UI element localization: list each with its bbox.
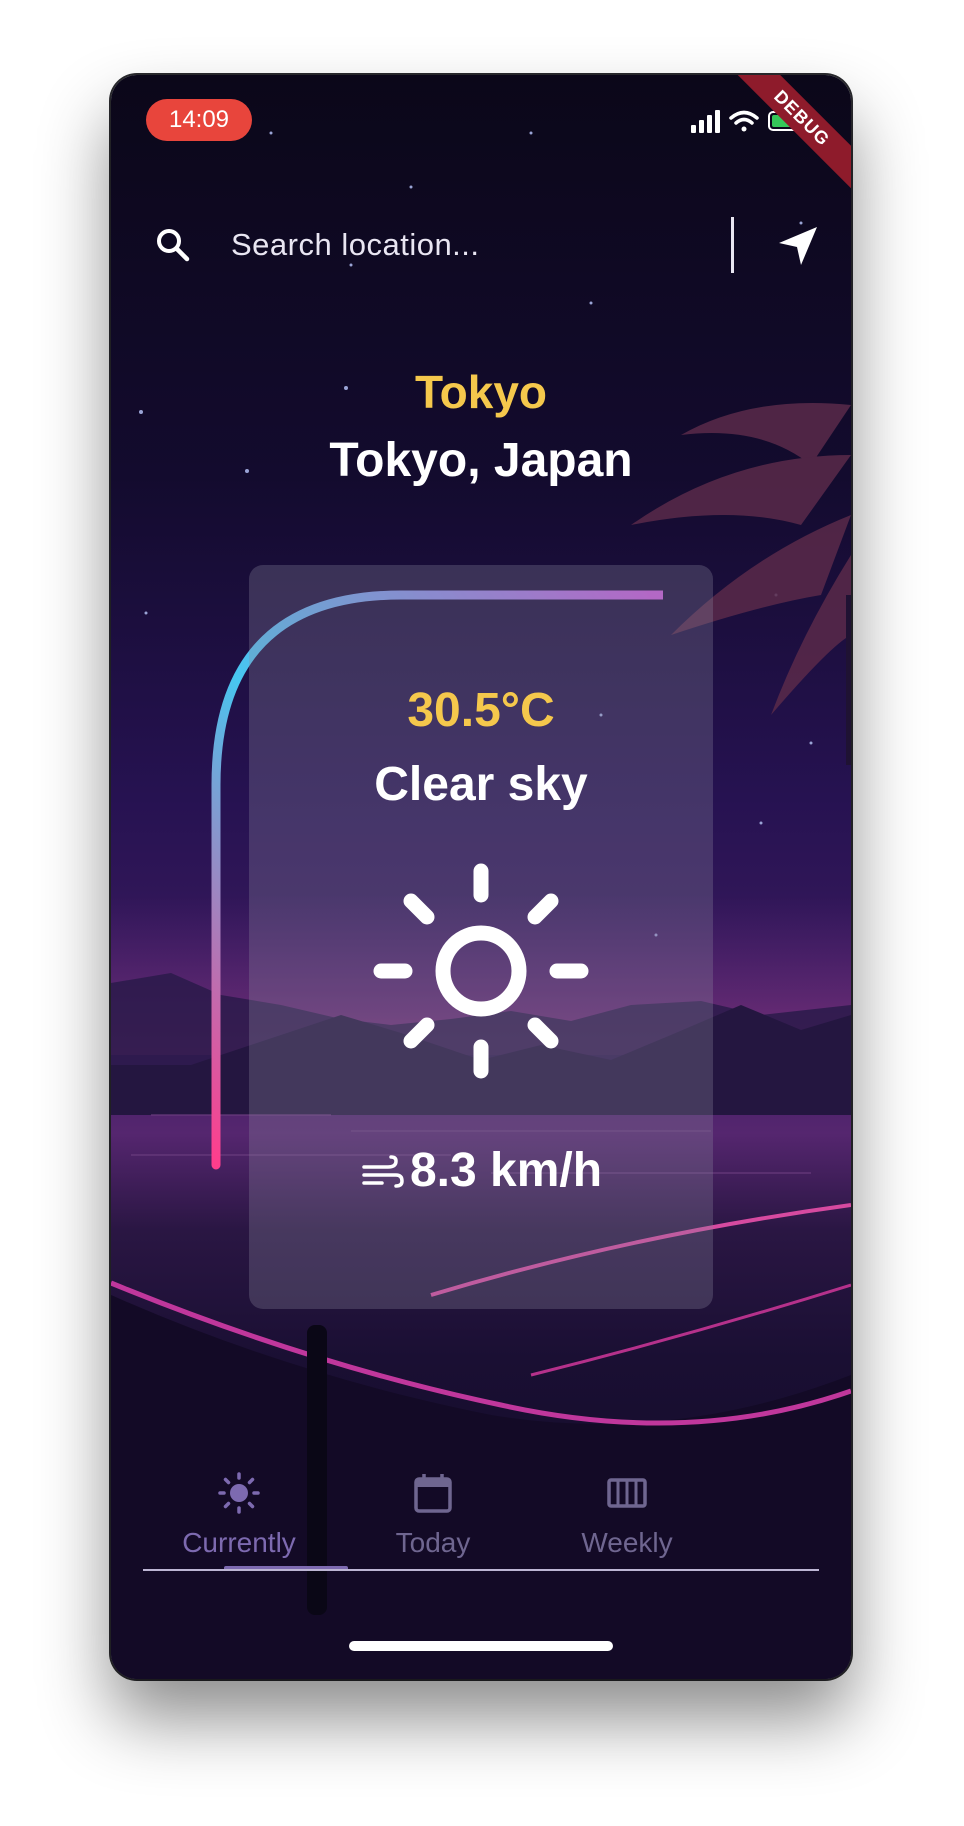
tab-label: Today	[395, 1527, 471, 1558]
weather-card: 30.5°C Clear sky 8.3 km/h	[249, 565, 713, 1309]
tab-bar-divider	[143, 1569, 819, 1571]
temperature: 30.5°C	[407, 684, 555, 737]
tab-today[interactable]: Today	[333, 1465, 533, 1569]
city-name: Tokyo	[414, 366, 548, 418]
signal-icon	[691, 110, 720, 133]
search-divider	[731, 217, 734, 273]
status-time: 14:09	[146, 99, 252, 141]
home-indicator[interactable]	[349, 1641, 613, 1651]
tab-currently[interactable]: Currently	[139, 1465, 339, 1569]
region-name: Tokyo, Japan	[329, 434, 633, 487]
tab-label: Weekly	[581, 1527, 673, 1558]
phone-screen: 14:09 DEBUG Tokyo Tokyo, Japan 30.5°C	[111, 75, 851, 1679]
search-input[interactable]	[231, 223, 701, 267]
search-bar	[141, 205, 821, 285]
location-arrow-icon[interactable]	[773, 221, 823, 271]
tab-weekly[interactable]: Weekly	[527, 1465, 727, 1569]
calendar-view-week-icon	[607, 1478, 647, 1508]
tab-label: Currently	[182, 1527, 296, 1558]
wifi-icon	[729, 110, 759, 132]
wind-speed: 8.3 km/h	[409, 1144, 603, 1197]
weather-condition: Clear sky	[374, 758, 588, 811]
sun-icon	[373, 863, 589, 1079]
search-icon[interactable]	[153, 225, 193, 265]
wind-icon	[362, 1155, 404, 1189]
bottom-tab-bar: Currently Today Weekly	[143, 1465, 819, 1571]
wind-info: 8.3 km/h	[249, 1143, 713, 1203]
sun-icon	[218, 1472, 260, 1514]
calendar-icon	[414, 1474, 452, 1513]
